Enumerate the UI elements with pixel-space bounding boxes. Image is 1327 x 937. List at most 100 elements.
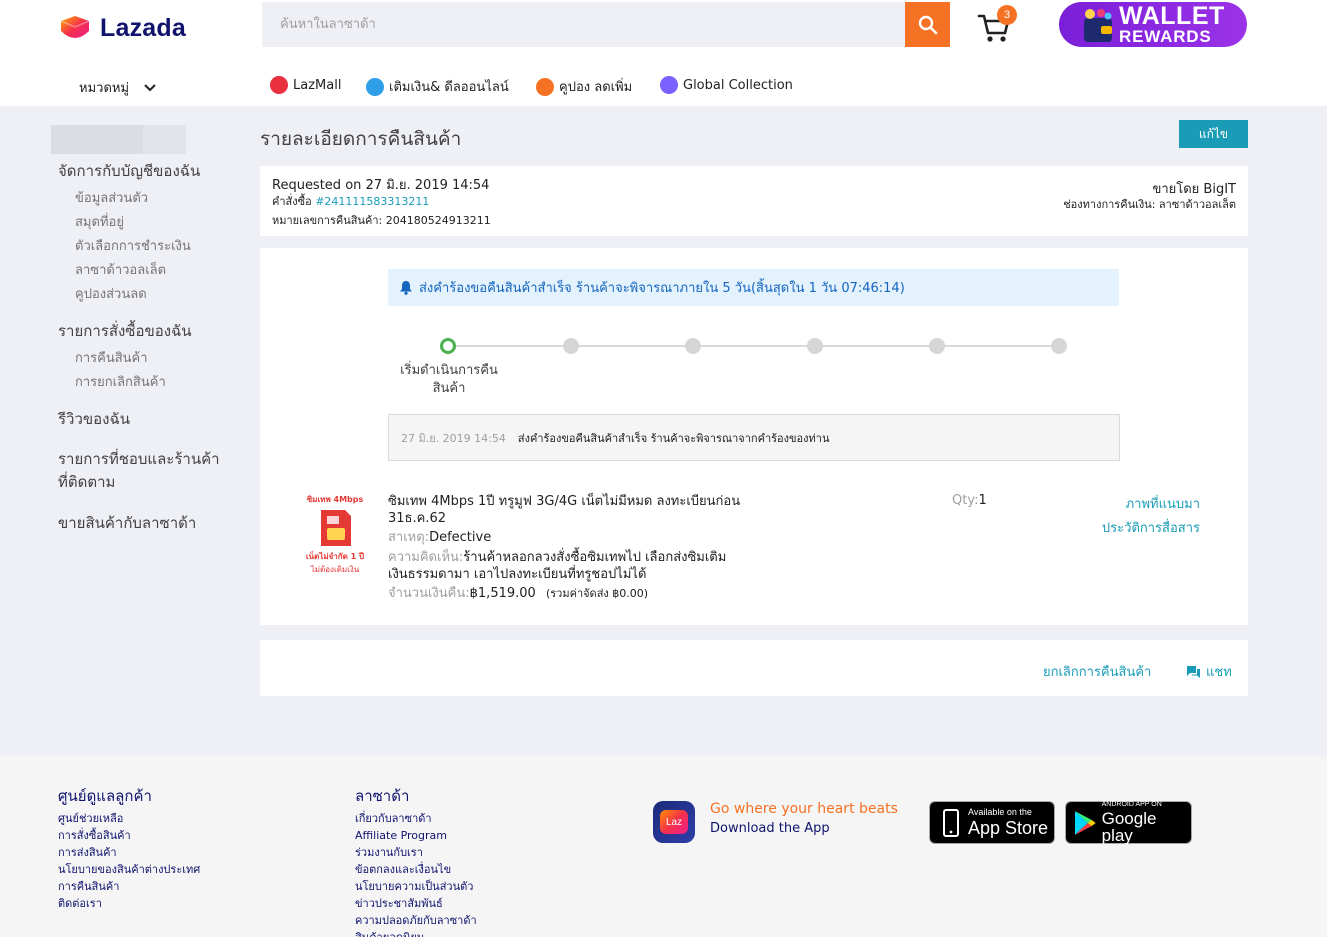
lazada-wordmark: Lazada [100,14,186,42]
search-button[interactable] [905,2,950,47]
shipping-note: (รวมค่าจัดส่ง ฿0.00) [545,587,649,600]
cart-button[interactable]: 3 [977,5,1017,44]
nav-voucher[interactable]: คูปอง ลดเพิ่ม [536,76,632,97]
footer-lazada-list: เกี่ยวกับลาซาด้า Affiliate Program ร่วมง… [355,810,477,937]
footer-link[interactable]: สินค้ายอดนิยม [355,929,477,937]
cart-count-badge: 3 [997,5,1017,25]
attached-photos-link[interactable]: ภาพที่แนบมา [1126,493,1200,514]
categories-label: หมวดหมู่ [79,81,130,96]
sidebar-reviews[interactable]: รีวิวของฉัน [58,408,130,431]
product-image-caption-top: ซิมเทพ 4Mbps [306,495,364,504]
quantity: Qty:1 [952,493,987,508]
footer-link[interactable]: Affiliate Program [355,827,477,844]
sidebar-item-cancellations[interactable]: การยกเลิกสินค้า [75,371,166,392]
footer-link[interactable]: เกี่ยวกับลาซาด้า [355,810,477,827]
order-number-row: คำสั่งซื้อ #241111583313211 [272,192,429,210]
lazmall-icon [270,76,288,94]
timeline-step [563,338,579,354]
return-comment: ความคิดเห็น:ร้านค้าหลอกลวงสั่งซื้อซิมเทพ… [388,549,768,583]
search-bar [262,2,950,47]
comment-line2: เงินธรรมดามา เอาไปลงทะเบียนที่ทรูชอปไม่ไ… [388,567,647,582]
sidebar-wishlist-line1: รายการที่ชอบและร้านค้า [58,450,220,468]
footer-link[interactable]: การส่งสินค้า [58,844,200,861]
communication-history-link[interactable]: ประวัติการสื่อสาร [1102,517,1200,538]
sidebar-item-address-book[interactable]: สมุดที่อยู่ [75,211,124,232]
timeline-step [685,338,701,354]
categories-dropdown[interactable]: หมวดหมู่ [79,77,157,98]
return-progress-timeline [440,336,1070,356]
product-name[interactable]: ซิมเทพ 4Mbps 1ปี ทรูมูฟ 3G/4G เน็ตไม่มีห… [388,493,768,527]
qty-label: Qty: [952,493,979,508]
lazada-app-icon[interactable]: Laz [653,801,695,843]
footer-care-title: ศูนย์ดูแลลูกค้า [58,787,152,805]
timeline-track [450,345,1060,347]
global-icon [660,76,678,94]
nav-lazmall-label: LazMall [293,77,342,93]
product-image-caption-bottom1: เน็ตไม่จำกัด 1 ปี [305,552,365,561]
footer-link[interactable]: ร่วมงานกับเรา [355,844,477,861]
chevron-down-icon [144,83,156,91]
sidebar-item-vouchers[interactable]: คูปองส่วนลด [75,283,147,304]
amount-label: จำนวนเงินคืน: [388,586,470,601]
app-tagline: Go where your heart beats [710,801,898,817]
gplay-big-text: Google play [1101,809,1157,845]
product-image-caption-bottom2: ไม่ต้องเติมเงิน [310,565,360,574]
voucher-icon [536,77,554,96]
lazada-heart-icon [58,15,92,43]
app-store-button[interactable]: Available on the App Store [929,801,1055,844]
footer-link[interactable]: นโยบายความเป็นส่วนตัว [355,878,477,895]
lazada-logo[interactable]: Lazada [58,14,186,43]
timeline-step-active [440,338,456,354]
username-placeholder [51,125,186,154]
gplay-small-text: ANDROID APP ON [1101,801,1162,808]
footer-link[interactable]: ข่าวประชาสัมพันธ์ [355,895,477,912]
sidebar-wishlist[interactable]: รายการที่ชอบและร้านค้า ที่ติดตาม [58,448,220,494]
reason-label: สาเหตุ: [388,530,430,545]
product-name-line2: 31ธ.ค.62 [388,511,446,526]
timeline-step [807,338,823,354]
sidebar-item-wallet[interactable]: ลาซาด้าวอลเล็ต [75,259,166,280]
sidebar-wishlist-line2: ที่ติดตาม [58,473,116,491]
sidebar-item-profile[interactable]: ข้อมูลส่วนตัว [75,187,148,208]
footer-lazada-title: ลาซาด้า [355,787,410,805]
activity-log: 27 มิ.ย. 2019 14:54 ส่งคำร้องขอคืนสินค้า… [388,414,1120,461]
timeline-step-label: เริ่มดำเนินการคืนสินค้า [400,363,498,396]
google-play-button[interactable]: ANDROID APP ON Google play [1065,801,1192,844]
cancel-return-link[interactable]: ยกเลิกการคืนสินค้า [1043,661,1151,682]
sidebar-orders-title[interactable]: รายการสั่งซื้อของฉัน [58,320,192,343]
order-number-link[interactable]: #241111583313211 [315,195,429,208]
comment-label: ความคิดเห็น: [388,550,464,565]
edit-button[interactable]: แก้ไข [1179,120,1248,148]
appstore-big-text: App Store [968,818,1049,838]
wallet-rewards-banner[interactable]: WALLET REWARDS [1059,2,1247,47]
sidebar-item-returns[interactable]: การคืนสินค้า [75,347,148,368]
footer-link[interactable]: การสั่งซื้อสินค้า [58,827,200,844]
sidebar-item-payment-options[interactable]: ตัวเลือกการชำระเงิน [75,235,191,256]
search-input[interactable] [262,2,902,47]
nav-global-collection[interactable]: Global Collection [660,76,793,94]
site-footer: ศูนย์ดูแลลูกค้า ศูนย์ช่วยเหลือ การสั่งซื… [0,756,1327,937]
chat-button[interactable]: แชท [1186,661,1232,682]
refund-amount-row: จำนวนเงินคืน:฿1,519.00 (รวมค่าจัดส่ง ฿0.… [388,585,648,602]
footer-link[interactable]: นโยบายของสินค้าต่างประเทศ [58,861,200,878]
nav-global-label: Global Collection [683,77,793,93]
timeline-step [1051,338,1067,354]
qty-value: 1 [978,493,987,508]
footer-link[interactable]: ข้อตกลงและเงื่อนไข [355,861,477,878]
nav-topup[interactable]: เติมเงิน& ดีลออนไลน์ [366,76,509,97]
appstore-small-text: Available on the [968,807,1032,817]
sidebar-sell[interactable]: ขายสินค้ากับลาซาด้า [58,512,196,535]
product-image[interactable]: ซิมเทพ 4Mbps เน็ตไม่จำกัด 1 ปี ไม่ต้องเต… [305,493,365,575]
footer-link[interactable]: ศูนย์ช่วยเหลือ [58,810,200,827]
chat-icon [1187,665,1200,678]
footer-link[interactable]: การคืนสินค้า [58,878,200,895]
app-icon-text: Laz [660,810,688,834]
footer-link[interactable]: ความปลอดภัยกับลาซาด้า [355,912,477,929]
status-notice: ส่งคำร้องขอคืนสินค้าสำเร็จ ร้านค้าจะพิจา… [388,269,1119,306]
chat-label: แชท [1206,665,1232,680]
nav-lazmall[interactable]: LazMall [270,76,341,94]
sidebar-account-title[interactable]: จัดการกับบัญชีของฉัน [58,160,200,183]
page-title: รายละเอียดการคืนสินค้า [260,128,462,150]
footer-link[interactable]: ติดต่อเรา [58,895,200,912]
sim-card-icon [321,510,351,546]
